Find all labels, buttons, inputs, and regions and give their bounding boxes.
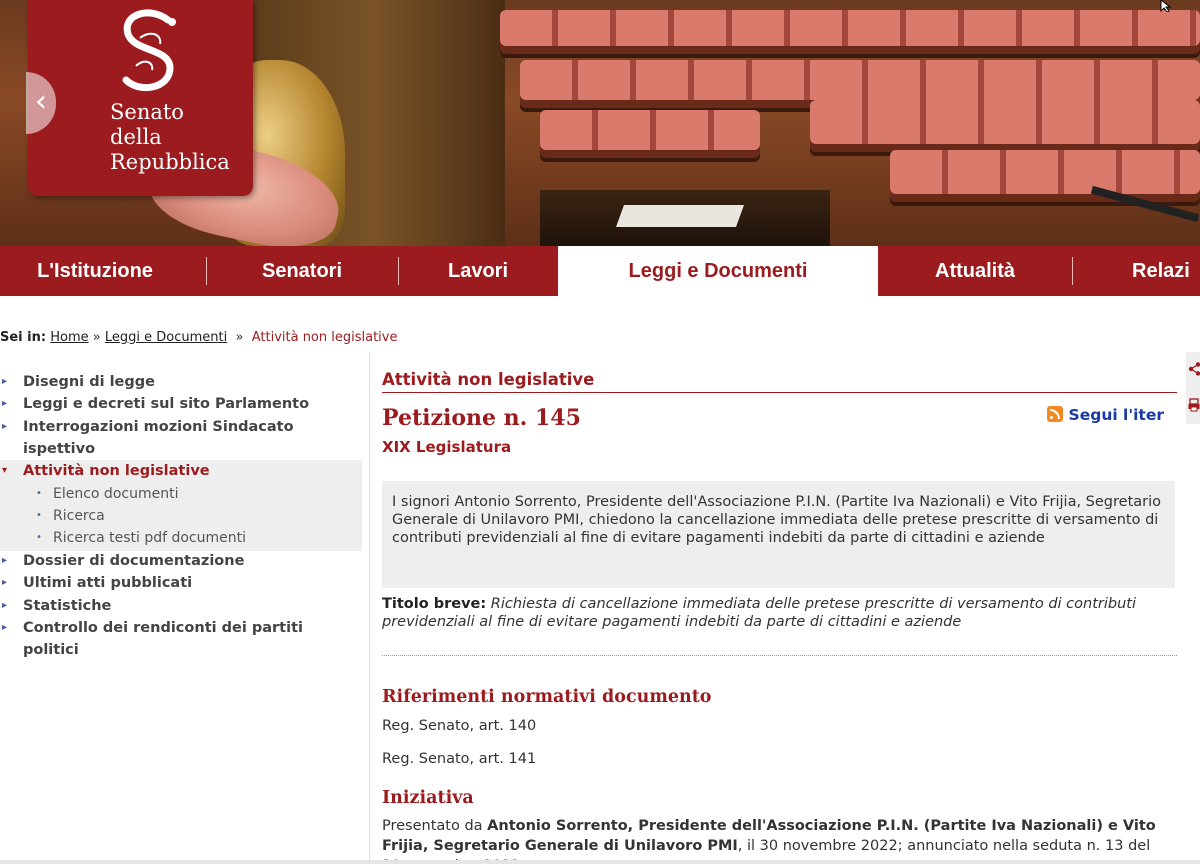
breadcrumb-section-link[interactable]: Leggi e Documenti <box>105 330 227 345</box>
iniziativa-text: Presentato da Antonio Sorrento, Presiden… <box>382 816 1172 864</box>
banner-paper <box>615 205 745 227</box>
rss-icon <box>1046 406 1063 422</box>
chevron-right-icon: ▸ <box>2 600 8 611</box>
share-icon[interactable] <box>1188 362 1200 376</box>
iniziativa-heading: Iniziativa <box>382 788 474 808</box>
sidebar-subitem-label: Ricerca testi pdf documenti <box>53 530 247 546</box>
main-nav: L'Istituzione Senatori Lavori Leggi e Do… <box>0 246 1200 296</box>
logo-line1: Senato <box>110 100 184 124</box>
horizontal-scrollbar[interactable] <box>0 860 1200 864</box>
sidebar: ▸ Disegni di legge ▸ Leggi e decreti sul… <box>0 352 370 864</box>
section-title: Attività non legislative <box>382 370 595 389</box>
breadcrumb: Sei in: Home » Leggi e Documenti » Attiv… <box>0 330 397 345</box>
sidebar-item-label: Statistiche <box>23 598 112 614</box>
riferimenti-heading: Riferimenti normativi documento <box>382 687 712 707</box>
cursor-icon <box>1160 0 1172 12</box>
sidebar-item-disegni-di-legge[interactable]: ▸ Disegni di legge <box>0 371 362 393</box>
summary-box: I signori Antonio Sorrento, Presidente d… <box>382 481 1175 588</box>
bullet-icon: • <box>36 510 42 521</box>
riferimento-item: Reg. Senato, art. 141 <box>382 751 537 767</box>
legislatura-label: XIX Legislatura <box>382 438 512 456</box>
bullet-icon: • <box>36 532 42 543</box>
chevron-right-icon: ▸ <box>2 398 8 409</box>
sidebar-item-label: Disegni di legge <box>23 374 155 390</box>
sidebar-subitem-elenco-documenti[interactable]: • Elenco documenti <box>0 483 362 505</box>
chevron-down-icon: ▾ <box>2 465 8 476</box>
short-title-text: Richiesta di cancellazione immediata del… <box>382 596 1136 630</box>
sidebar-item-ultimi-atti[interactable]: ▸ Ultimi atti pubblicati <box>0 572 362 594</box>
follow-iter-label: Segui l'iter <box>1068 406 1164 424</box>
logo-line2: della Repubblica <box>110 125 230 174</box>
sidebar-item-label: Attività non legislative <box>23 463 210 479</box>
nav-item-lavori[interactable]: Lavori <box>398 246 558 296</box>
short-title-label: Titolo breve: <box>382 596 487 612</box>
sidebar-subitem-label: Ricerca <box>53 508 105 524</box>
page-tools <box>1186 352 1200 424</box>
sidebar-item-label: Controllo dei rendiconti dei partiti pol… <box>23 620 303 658</box>
nav-item-senatori[interactable]: Senatori <box>206 246 398 296</box>
breadcrumb-separator: » <box>92 330 101 345</box>
nav-item-istituzione[interactable]: L'Istituzione <box>0 246 190 296</box>
sidebar-subitem-label: Elenco documenti <box>53 486 179 502</box>
chevron-right-icon: ▸ <box>2 421 8 432</box>
nav-item-attualita[interactable]: Attualità <box>878 246 1072 296</box>
logo-text: Senato della Repubblica <box>110 100 253 175</box>
sidebar-item-controllo-rendiconti[interactable]: ▸ Controllo dei rendiconti dei partiti p… <box>0 617 362 661</box>
sidebar-item-label: Interrogazioni mozioni Sindacato ispetti… <box>23 419 294 457</box>
bullet-icon: • <box>36 488 42 499</box>
sidebar-item-dossier[interactable]: ▸ Dossier di documentazione <box>0 550 362 572</box>
breadcrumb-prefix: Sei in: <box>0 330 47 345</box>
sidebar-subitem-ricerca-testi-pdf[interactable]: • Ricerca testi pdf documenti <box>0 527 362 549</box>
sidebar-item-label: Ultimi atti pubblicati <box>23 575 193 591</box>
follow-iter-link[interactable]: Segui l'iter <box>1046 406 1164 424</box>
sidebar-item-interrogazioni[interactable]: ▸ Interrogazioni mozioni Sindacato ispet… <box>0 416 362 460</box>
breadcrumb-current: Attività non legislative <box>251 330 398 345</box>
sidebar-item-label: Leggi e decreti sul sito Parlamento <box>23 396 310 412</box>
senato-logo[interactable]: Senato della Repubblica <box>28 0 253 196</box>
header-banner: ★★★ ★★★ Senato della Repubblica ‹ <box>0 0 1200 246</box>
short-title: Titolo breve: Richiesta di cancellazione… <box>382 595 1172 631</box>
sidebar-item-statistiche[interactable]: ▸ Statistiche <box>0 595 362 617</box>
senato-logo-icon <box>122 9 176 92</box>
print-icon[interactable] <box>1188 398 1200 412</box>
nav-item-relazioni[interactable]: Relazi <box>1072 246 1200 296</box>
chevron-right-icon: ▸ <box>2 577 8 588</box>
chevron-right-icon: ▸ <box>2 376 8 387</box>
sidebar-item-label: Dossier di documentazione <box>23 553 245 569</box>
sidebar-subitem-ricerca[interactable]: • Ricerca <box>0 505 362 527</box>
nav-item-leggi-documenti[interactable]: Leggi e Documenti <box>558 246 878 296</box>
breadcrumb-home-link[interactable]: Home <box>50 330 88 345</box>
chevron-right-icon: ▸ <box>2 555 8 566</box>
section-divider <box>382 392 1177 393</box>
riferimento-item: Reg. Senato, art. 140 <box>382 718 537 734</box>
chevron-right-icon: ▸ <box>2 622 8 633</box>
dotted-divider <box>382 646 1177 656</box>
breadcrumb-separator: » <box>235 330 244 345</box>
sidebar-item-leggi-decreti[interactable]: ▸ Leggi e decreti sul sito Parlamento <box>0 393 362 415</box>
iniziativa-prefix: Presentato da <box>382 818 488 834</box>
page-title: Petizione n. 145 <box>382 405 581 431</box>
